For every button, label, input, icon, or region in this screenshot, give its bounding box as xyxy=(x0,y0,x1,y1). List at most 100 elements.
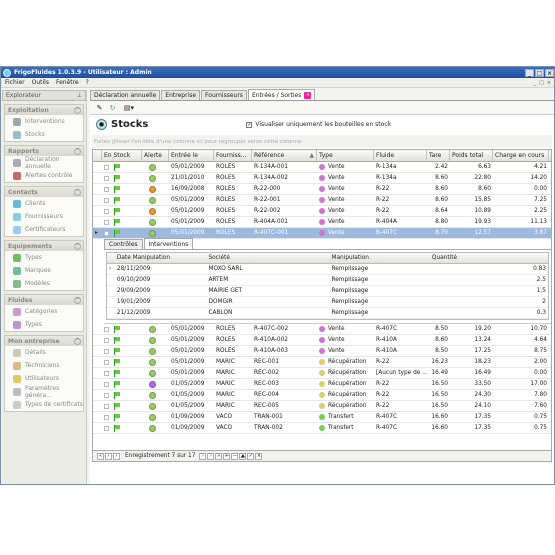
sidebar-item[interactable]: Marques xyxy=(5,264,83,277)
mdi-minimize-icon[interactable]: _ xyxy=(534,80,537,86)
menu-fenetre[interactable]: Fenêtre xyxy=(56,79,79,86)
mdi-restore-icon[interactable]: □ xyxy=(539,80,544,86)
sidebar-item[interactable]: Détails xyxy=(5,346,83,359)
collapse-icon[interactable]: ^ xyxy=(74,147,81,155)
stock-checkbox[interactable] xyxy=(104,197,109,203)
table-row[interactable]: 16/09/2008 ROLES R-22-000 Vente R-22 8.60 8.60… xyxy=(93,184,551,195)
tab-2[interactable]: Fournisseurs xyxy=(201,90,247,100)
stock-checkbox[interactable] xyxy=(104,175,109,181)
sidebar-item[interactable]: Utilisateurs xyxy=(5,372,83,385)
first-record-icon[interactable]: « xyxy=(97,452,104,460)
col-fournisseur[interactable]: Fourniss... xyxy=(214,150,252,161)
tab-close-icon[interactable]: × xyxy=(304,91,312,99)
stock-only-checkbox[interactable]: ✓ Visualiser uniquement les bouteilles en… xyxy=(246,121,391,128)
stock-checkbox[interactable] xyxy=(104,381,109,387)
stock-checkbox[interactable] xyxy=(104,348,109,354)
prev-page-icon[interactable]: ‹ xyxy=(105,452,112,460)
collapse-icon[interactable]: ^ xyxy=(74,296,81,304)
col-societe[interactable]: Société xyxy=(206,253,329,263)
document-dropdown-icon[interactable]: ▤▾ xyxy=(120,103,138,113)
tab-controles[interactable]: Contrôles xyxy=(104,239,143,249)
sidebar-group-header[interactable]: Fluides ^ xyxy=(5,295,83,305)
checkbox-checked-icon[interactable]: ✓ xyxy=(246,121,253,128)
table-row[interactable]: 01/09/2009 VACO TRAN-002 Transfert R-407C 16.… xyxy=(93,423,551,434)
tab-0[interactable]: Déclaration annuelle xyxy=(90,90,161,100)
menu-help[interactable]: ? xyxy=(86,79,89,86)
col-date-manipulation[interactable]: Date Manipulation xyxy=(115,253,207,263)
collapse-icon[interactable]: ^ xyxy=(74,337,81,345)
col-alerte[interactable]: Alerte xyxy=(142,150,169,161)
sidebar-item[interactable]: Alertes contrôle xyxy=(5,169,83,182)
stock-checkbox[interactable] xyxy=(104,414,109,420)
table-row[interactable]: 01/05/2009 MARIC REC-005 Récupération R-22 16… xyxy=(93,401,551,412)
stock-checkbox[interactable] xyxy=(104,186,109,192)
sidebar-item[interactable]: Clients xyxy=(5,197,83,210)
collapse-icon[interactable]: ^ xyxy=(74,188,81,196)
col-type[interactable]: Type xyxy=(317,150,374,161)
table-row[interactable]: 05/01/2009 ROLES R-410A-003 Vente R-410A 8.50… xyxy=(93,346,551,357)
sidebar-item[interactable]: Types xyxy=(5,251,83,264)
sidebar-group-header[interactable]: Equipements ^ xyxy=(5,241,83,251)
detail-row[interactable]: 09/10/2009 ARTEM Remplissage 2.5 xyxy=(107,275,548,286)
table-row[interactable]: 05/01/2009 MARIC REC-002 Récupération [Aucun… xyxy=(93,368,551,379)
maximize-button[interactable]: □ xyxy=(535,68,544,77)
col-en-stock[interactable]: En Stock xyxy=(102,150,142,161)
table-row[interactable]: 05/01/2009 MARIC REC-001 Récupération R-22 16… xyxy=(93,357,551,368)
mdi-close-icon[interactable]: × xyxy=(547,80,551,86)
pin-icon[interactable]: ⊥ xyxy=(77,92,82,99)
next-page-icon[interactable]: › xyxy=(207,452,215,460)
close-button[interactable]: × xyxy=(545,68,554,77)
col-reference[interactable]: Référence ▲ xyxy=(252,150,317,161)
stock-checkbox[interactable] xyxy=(104,326,109,332)
tab-3[interactable]: Entrées / Sorties × xyxy=(247,89,316,100)
stock-checkbox[interactable] xyxy=(104,403,109,409)
group-by-panel[interactable]: Faites glisser l'en-tête d'une colonne i… xyxy=(92,135,552,148)
menu-outils[interactable]: Outils xyxy=(32,79,49,86)
sidebar-group-header[interactable]: Rapports ^ xyxy=(5,146,83,156)
add-record-icon[interactable]: + xyxy=(223,452,231,460)
detail-row[interactable]: 29/09/2009 MAIRIE GET Remplissage 1.5 xyxy=(107,286,548,297)
delete-record-icon[interactable]: − xyxy=(231,452,239,460)
collapse-icon[interactable]: ^ xyxy=(74,242,81,250)
sidebar-item[interactable]: Modèles xyxy=(5,277,83,290)
table-row[interactable]: 01/09/2009 VACO TRAN-001 Transfert R-407C 16.… xyxy=(93,412,551,423)
table-row[interactable]: 01/05/2009 MARIC REC-003 Récupération R-22 16… xyxy=(93,379,551,390)
tab-1[interactable]: Entreprise xyxy=(161,90,201,100)
col-manipulation[interactable]: Manipulation xyxy=(329,253,429,263)
sidebar-item[interactable]: Fournisseurs xyxy=(5,210,83,223)
sidebar-item[interactable]: Paramètres généra... xyxy=(5,385,83,399)
sidebar-item[interactable]: Certificateurs xyxy=(5,223,83,236)
refresh-icon[interactable]: ↻ xyxy=(107,103,118,113)
cancel-record-icon[interactable]: × xyxy=(255,452,263,460)
stock-checkbox[interactable] xyxy=(104,208,109,214)
sidebar-group-header[interactable]: Mon entreprise ^ xyxy=(5,336,83,346)
next-record-icon[interactable]: › xyxy=(199,452,207,460)
col-tare[interactable]: Tare xyxy=(427,150,450,161)
sidebar-group-header[interactable]: Contacts ^ xyxy=(5,187,83,197)
collapse-icon[interactable]: ^ xyxy=(74,106,81,114)
sidebar-item[interactable]: Types de certificats xyxy=(5,398,83,411)
table-row[interactable]: 05/01/2009 ROLES R-410A-002 Vente R-410A 8.60… xyxy=(93,335,551,346)
col-quantite[interactable]: Quantité xyxy=(430,253,548,263)
table-row[interactable]: 01/05/2009 MARIC REC-004 Récupération R-22 16… xyxy=(93,390,551,401)
detail-row[interactable]: › 28/11/2009 MOXO SARL Remplissage 0.83 xyxy=(107,264,548,275)
stock-checkbox[interactable] xyxy=(104,425,109,431)
menu-fichier[interactable]: Fichier xyxy=(5,79,25,86)
stock-checkbox[interactable] xyxy=(104,370,109,376)
stock-checkbox[interactable] xyxy=(104,392,109,398)
minimize-button[interactable]: _ xyxy=(525,68,534,77)
col-fluide[interactable]: Fluide xyxy=(374,150,427,161)
sidebar-item[interactable]: Stocks xyxy=(5,128,83,141)
table-row[interactable]: 05/01/2009 ROLES R-404A-001 Vente R-404A 8.80… xyxy=(93,217,551,228)
detail-row[interactable]: 21/12/2009 CABLON Remplissage 0.3 xyxy=(107,308,548,319)
last-record-icon[interactable]: » xyxy=(215,452,223,460)
edit-record-icon[interactable]: ▲ xyxy=(239,452,247,460)
edit-icon[interactable]: ✎ xyxy=(94,103,105,113)
table-row[interactable]: 05/01/2009 ROLES R-407C-002 Vente R-407C 8.50… xyxy=(93,324,551,335)
stock-checkbox[interactable] xyxy=(104,164,109,170)
save-record-icon[interactable]: ✓ xyxy=(247,452,255,460)
sidebar-item[interactable]: Types xyxy=(5,318,83,331)
stock-checkbox[interactable] xyxy=(104,230,109,236)
prev-record-icon[interactable]: ‹ xyxy=(113,452,120,460)
sidebar-group-header[interactable]: Exploitation ^ xyxy=(5,105,83,115)
